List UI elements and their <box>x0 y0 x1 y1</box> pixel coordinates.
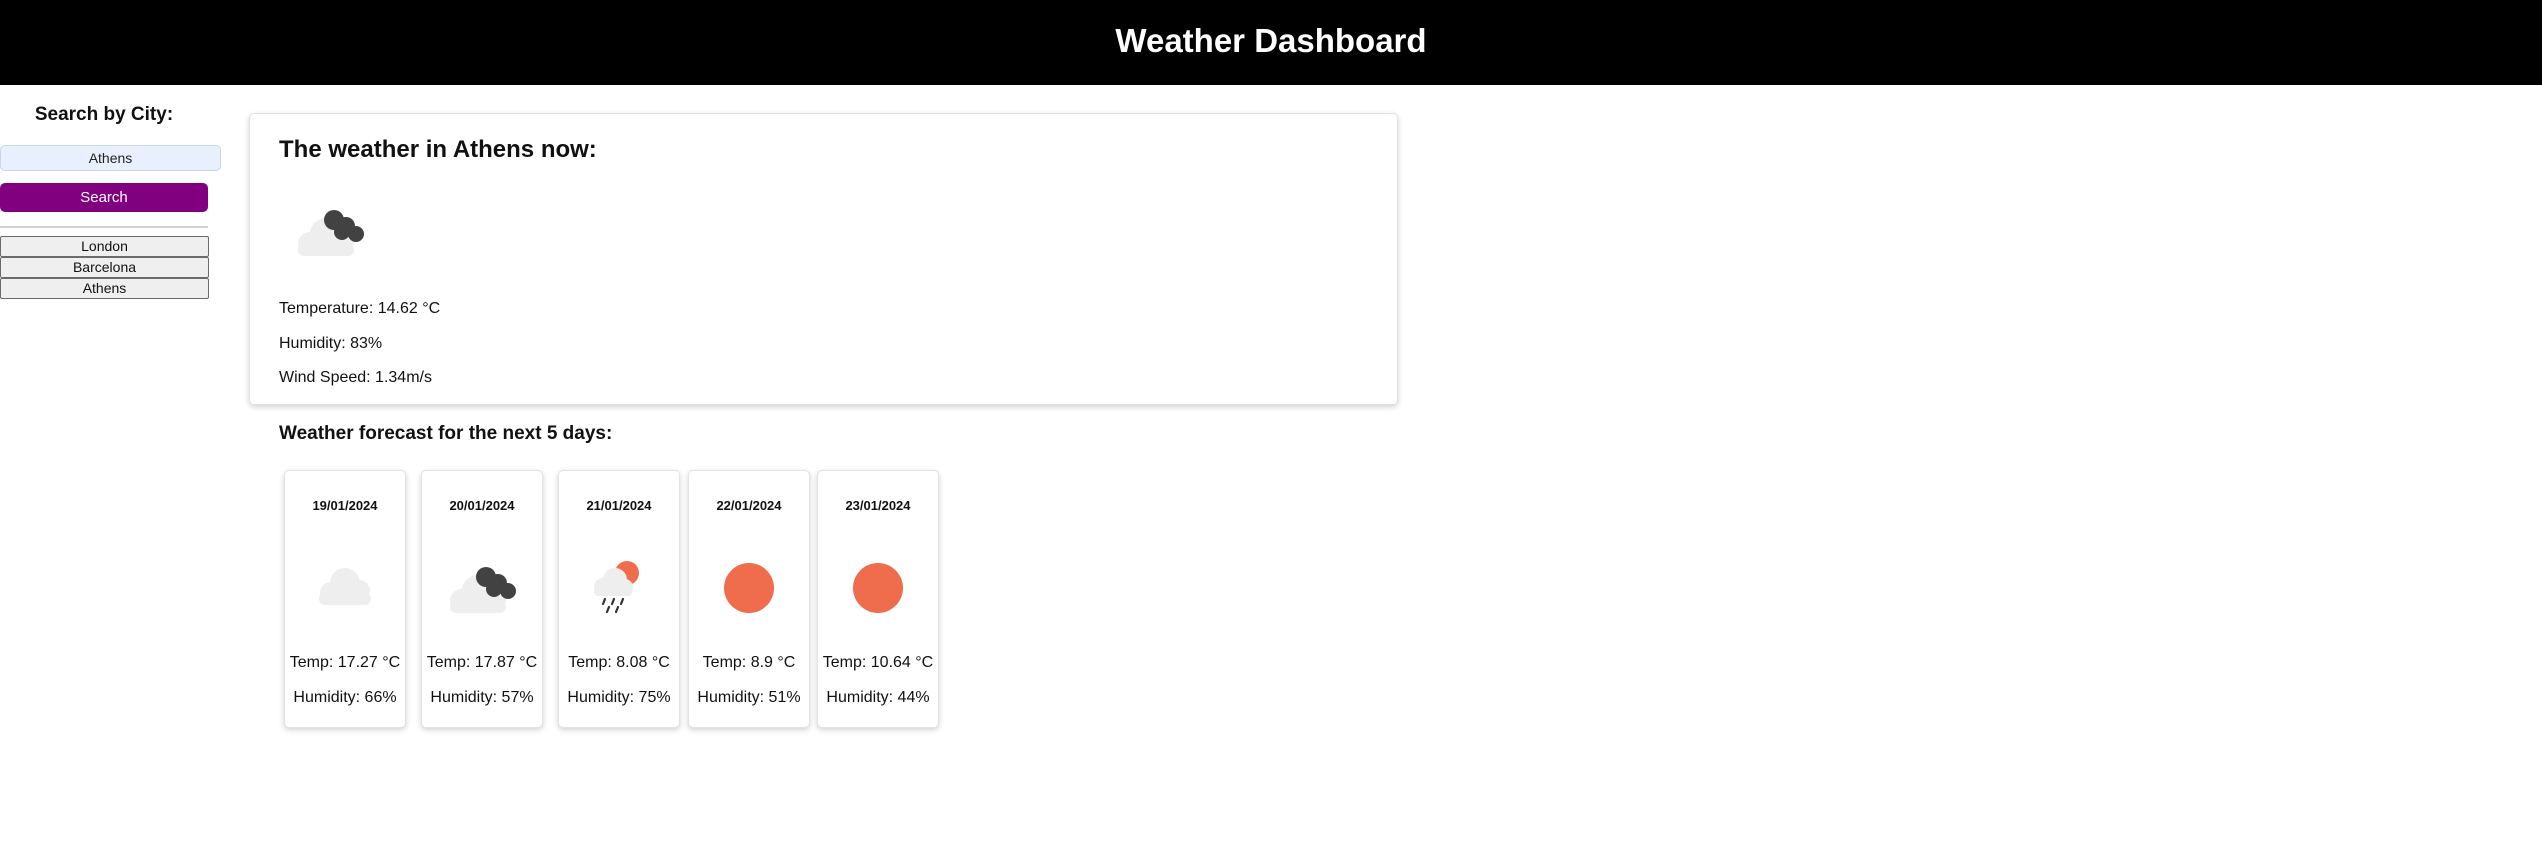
rain-sun-icon <box>594 561 639 614</box>
forecast-date: 23/01/2024 <box>845 498 911 513</box>
forecast-date: 22/01/2024 <box>716 498 782 513</box>
current-wind-speed: Wind Speed: 1.34m/s <box>279 369 432 386</box>
broken-clouds-icon <box>450 567 516 613</box>
forecast-temp: Temp: 10.64 °C <box>822 654 934 671</box>
forecast-date: 19/01/2024 <box>312 498 378 513</box>
forecast-card: 23/01/2024 Temp: 10.64 °C Humidity: 44% <box>817 470 939 728</box>
sidebar-divider <box>0 226 208 228</box>
forecast-card: 19/01/2024 Temp: 17.27 °C Humidity: 66% <box>284 470 406 728</box>
forecast-date: 20/01/2024 <box>449 498 515 513</box>
page-title: Weather Dashboard <box>1115 21 1427 59</box>
forecast-humidity: Humidity: 51% <box>697 689 801 706</box>
sun-icon <box>853 563 903 613</box>
forecast-humidity: Humidity: 44% <box>826 689 930 706</box>
forecast-humidity: Humidity: 66% <box>293 689 397 706</box>
forecast-date: 21/01/2024 <box>586 498 652 513</box>
broken-clouds-icon <box>298 210 364 256</box>
forecast-temp: Temp: 8.08 °C <box>568 654 670 671</box>
history-button-athens[interactable]: Athens <box>0 278 209 299</box>
forecast-temp: Temp: 17.87 °C <box>426 654 538 671</box>
city-search-input[interactable] <box>0 145 221 171</box>
current-temperature: Temperature: 14.62 °C <box>279 300 441 317</box>
search-history: London Barcelona Athens <box>0 236 209 299</box>
forecast-temp: Temp: 17.27 °C <box>289 654 401 671</box>
forecast-card: 20/01/2024 Temp: 17.87 °C Humidity: 57% <box>421 470 543 728</box>
history-button-london[interactable]: London <box>0 236 209 257</box>
forecast-card: 22/01/2024 Temp: 8.9 °C Humidity: 51% <box>688 470 810 728</box>
forecast-humidity: Humidity: 75% <box>567 689 671 706</box>
cloud-icon <box>319 568 371 605</box>
current-humidity: Humidity: 83% <box>279 335 383 352</box>
forecast-card: 21/01/2024 Temp: 8.08 °C Humidity: 75% <box>558 470 680 728</box>
forecast-heading: Weather forecast for the next 5 days: <box>279 423 613 444</box>
search-button[interactable]: Search <box>0 183 208 212</box>
forecast-humidity: Humidity: 57% <box>430 689 534 706</box>
history-button-barcelona[interactable]: Barcelona <box>0 257 209 278</box>
forecast-temp: Temp: 8.9 °C <box>702 654 796 671</box>
search-heading: Search by City: <box>34 104 174 125</box>
current-weather-heading: The weather in Athens now: <box>279 136 597 163</box>
sun-icon <box>724 563 774 613</box>
header-bar: Weather Dashboard <box>0 0 2542 85</box>
current-weather-card: The weather in Athens now: Temperature: … <box>249 113 1398 405</box>
